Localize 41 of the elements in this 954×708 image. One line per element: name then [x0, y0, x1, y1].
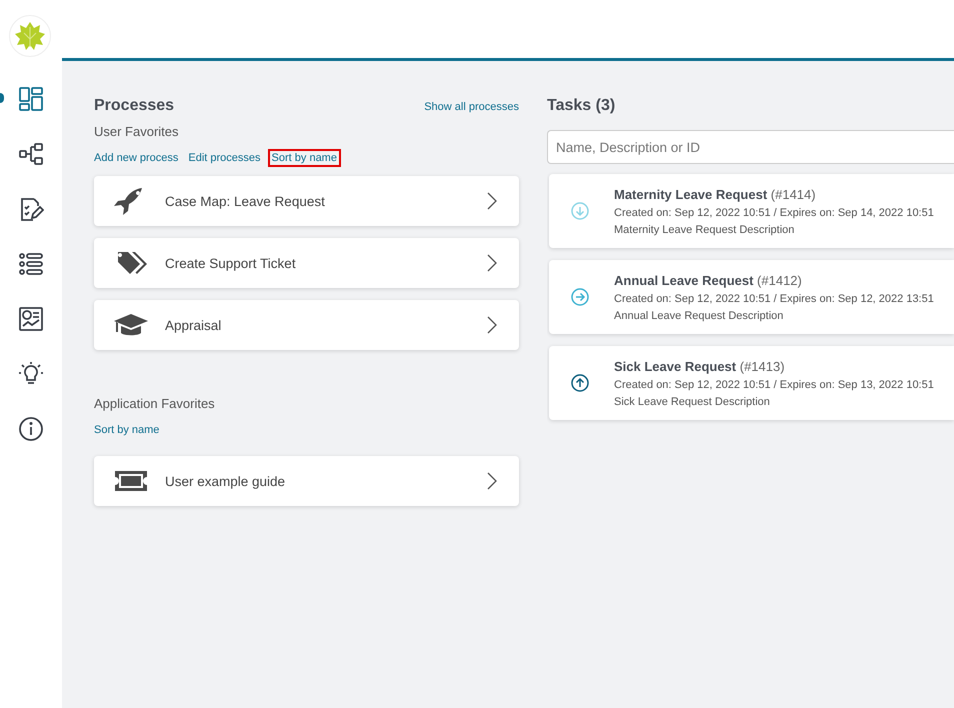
task-title: Annual Leave Request (#1412) [614, 272, 803, 288]
chevron-right-icon [487, 472, 497, 490]
flowchart-icon [18, 140, 44, 166]
action-link[interactable]: Sort by name [94, 424, 160, 436]
info-icon [18, 416, 44, 442]
arrow-down-circle-icon [571, 202, 589, 220]
action-link[interactable]: Edit processes [188, 152, 261, 164]
leaf-logo-icon [9, 15, 51, 57]
process-card[interactable]: Create Support Ticket [94, 238, 519, 288]
chevron-right-icon [487, 254, 497, 272]
show-all-link[interactable]: Show all processes [424, 101, 519, 113]
group-heading: Application Favorites [94, 396, 216, 411]
chevron-right-icon [487, 192, 497, 210]
group-heading: User Favorites [94, 124, 180, 139]
search-field[interactable]: Name, Description or ID [547, 130, 954, 164]
task-card[interactable]: Sick Leave Request (#1413) Created on: Sep 12, 2022 10:51 / Expires on: Sep 13, 2022 10:51 Sick Leave Request Description [549, 346, 954, 420]
task-dates: Created on: Sep 12, 2022 10:51 / Expires on: Sep 12, 2022 13:51 [614, 292, 934, 304]
chevron-right-icon [487, 316, 497, 334]
checklist-icon [18, 196, 44, 222]
section-title: Processes [94, 97, 174, 115]
task-dates: Created on: Sep 12, 2022 10:51 / Expires on: Sep 14, 2022 10:51 [614, 206, 934, 218]
section-title: Tasks (3) [547, 97, 616, 115]
report-icon [18, 306, 44, 332]
list-icon [18, 250, 44, 276]
lightbulb-icon [18, 360, 44, 386]
arrow-right-circle-icon [571, 288, 589, 306]
process-card[interactable]: Appraisal [94, 300, 519, 350]
task-description: Maternity Leave Request Description [614, 224, 796, 236]
task-description: Sick Leave Request Description [614, 396, 771, 408]
task-title: Maternity Leave Request (#1414) [614, 186, 817, 202]
task-card[interactable]: Maternity Leave Request (#1414) Created on: Sep 12, 2022 10:51 / Expires on: Sep 14, 2022 10:51 Maternity Leave Request Description [549, 174, 954, 248]
task-card[interactable]: Annual Leave Request (#1412) Created on: Sep 12, 2022 10:51 / Expires on: Sep 12, 2022 13:51 Annual Leave Request Description [549, 260, 954, 334]
dashboard-icon [18, 86, 44, 112]
action-link[interactable]: Add new process [94, 152, 178, 164]
process-card[interactable]: Case Map: Leave Request [94, 176, 519, 226]
task-dates: Created on: Sep 12, 2022 10:51 / Expires on: Sep 13, 2022 10:51 [614, 378, 934, 390]
task-title: Sick Leave Request (#1413) [614, 358, 786, 374]
process-card[interactable]: User example guide [94, 456, 519, 506]
arrow-up-circle-icon [571, 374, 589, 392]
action-link[interactable]: Sort by name [270, 152, 338, 164]
task-description: Annual Leave Request Description [614, 310, 784, 322]
